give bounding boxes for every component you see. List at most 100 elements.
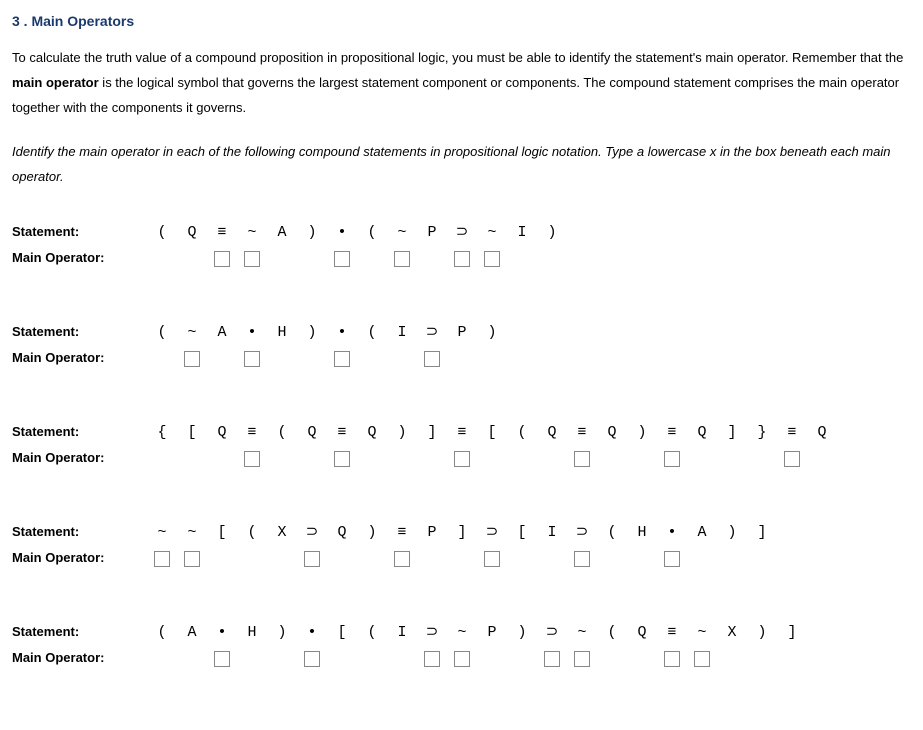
operator-input[interactable] xyxy=(454,451,470,467)
operator-cell xyxy=(657,446,687,472)
symbol: ) xyxy=(297,322,327,344)
operator-input[interactable] xyxy=(454,251,470,267)
operator-input[interactable] xyxy=(244,451,260,467)
operator-cell xyxy=(777,646,807,672)
operator-input[interactable] xyxy=(334,451,350,467)
symbol: A xyxy=(267,222,297,244)
symbol: ⊃ xyxy=(537,622,567,644)
operator-input[interactable] xyxy=(244,351,260,367)
operator-cell xyxy=(447,246,477,272)
operator-input[interactable] xyxy=(484,251,500,267)
operator-input[interactable] xyxy=(334,351,350,367)
operator-input[interactable] xyxy=(304,551,320,567)
symbol: H xyxy=(237,622,267,644)
operator-cell xyxy=(747,446,777,472)
operator-input[interactable] xyxy=(574,451,590,467)
symbol: ≡ xyxy=(237,422,267,444)
problem-block: Statement:~~[(X⊃Q)≡P]⊃[I⊃(H•A)]Main Oper… xyxy=(12,520,911,572)
operator-input[interactable] xyxy=(784,451,800,467)
symbol: ] xyxy=(717,422,747,444)
symbol: ( xyxy=(597,622,627,644)
operator-input[interactable] xyxy=(304,651,320,667)
operator-cell xyxy=(207,246,237,272)
operator-cell xyxy=(627,546,657,572)
symbol: A xyxy=(177,622,207,644)
operator-cell xyxy=(297,446,327,472)
operator-cell xyxy=(327,546,357,572)
operator-cell xyxy=(207,346,237,372)
operator-cell xyxy=(747,546,777,572)
operator-cell xyxy=(147,646,177,672)
operator-cell xyxy=(657,646,687,672)
symbol: Q xyxy=(177,222,207,244)
symbol: ( xyxy=(357,222,387,244)
operator-cell xyxy=(297,346,327,372)
operator-input[interactable] xyxy=(454,651,470,667)
operator-cell xyxy=(537,246,567,272)
operator-input[interactable] xyxy=(574,651,590,667)
symbol: ~ xyxy=(687,622,717,644)
operator-cell xyxy=(387,646,417,672)
symbol: ⊃ xyxy=(447,222,477,244)
operator-input[interactable] xyxy=(664,551,680,567)
symbol: ] xyxy=(417,422,447,444)
operator-input[interactable] xyxy=(664,651,680,667)
operator-cell xyxy=(267,646,297,672)
symbol: ] xyxy=(777,622,807,644)
operator-cell xyxy=(387,446,417,472)
operator-input[interactable] xyxy=(244,251,260,267)
symbol: ] xyxy=(747,522,777,544)
symbol: • xyxy=(297,622,327,644)
operator-input[interactable] xyxy=(544,651,560,667)
symbol: ~ xyxy=(177,522,207,544)
symbol: } xyxy=(747,422,777,444)
operator-input[interactable] xyxy=(334,251,350,267)
operator-cell xyxy=(687,446,717,472)
section-heading: 3 . Main Operators xyxy=(12,10,911,32)
intro-text-pre: To calculate the truth value of a compou… xyxy=(12,50,903,65)
symbol: • xyxy=(207,622,237,644)
symbol: H xyxy=(627,522,657,544)
operator-cell xyxy=(597,546,627,572)
operator-cell xyxy=(207,546,237,572)
operator-cell xyxy=(747,646,777,672)
statement-label: Statement: xyxy=(12,222,147,243)
symbol: P xyxy=(477,622,507,644)
symbol: Q xyxy=(597,422,627,444)
operator-input[interactable] xyxy=(424,351,440,367)
operator-cell xyxy=(237,446,267,472)
symbol: P xyxy=(417,522,447,544)
operator-input[interactable] xyxy=(214,251,230,267)
operator-input[interactable] xyxy=(184,351,200,367)
operator-input[interactable] xyxy=(214,651,230,667)
operator-input[interactable] xyxy=(184,551,200,567)
symbol: ~ xyxy=(477,222,507,244)
symbol: ~ xyxy=(447,622,477,644)
operator-cell xyxy=(207,646,237,672)
operator-cell xyxy=(477,246,507,272)
operator-cell xyxy=(357,346,387,372)
symbol: ~ xyxy=(147,522,177,544)
operator-cell xyxy=(267,446,297,472)
operator-cell xyxy=(507,446,537,472)
operator-input[interactable] xyxy=(694,651,710,667)
main-operator-label: Main Operator: xyxy=(12,348,147,369)
operator-cell xyxy=(237,346,267,372)
operator-input[interactable] xyxy=(394,251,410,267)
statement-label: Statement: xyxy=(12,422,147,443)
operator-input[interactable] xyxy=(154,551,170,567)
main-operator-label: Main Operator: xyxy=(12,248,147,269)
operator-input[interactable] xyxy=(484,551,500,567)
symbol: I xyxy=(387,622,417,644)
operator-cell xyxy=(237,546,267,572)
symbol: ≡ xyxy=(447,422,477,444)
main-operator-label: Main Operator: xyxy=(12,548,147,569)
operator-input[interactable] xyxy=(394,551,410,567)
operator-input[interactable] xyxy=(424,651,440,667)
symbol: • xyxy=(327,222,357,244)
operator-cell xyxy=(147,546,177,572)
symbol: Q xyxy=(297,422,327,444)
operator-cell xyxy=(627,646,657,672)
operator-input[interactable] xyxy=(574,551,590,567)
operator-input[interactable] xyxy=(664,451,680,467)
